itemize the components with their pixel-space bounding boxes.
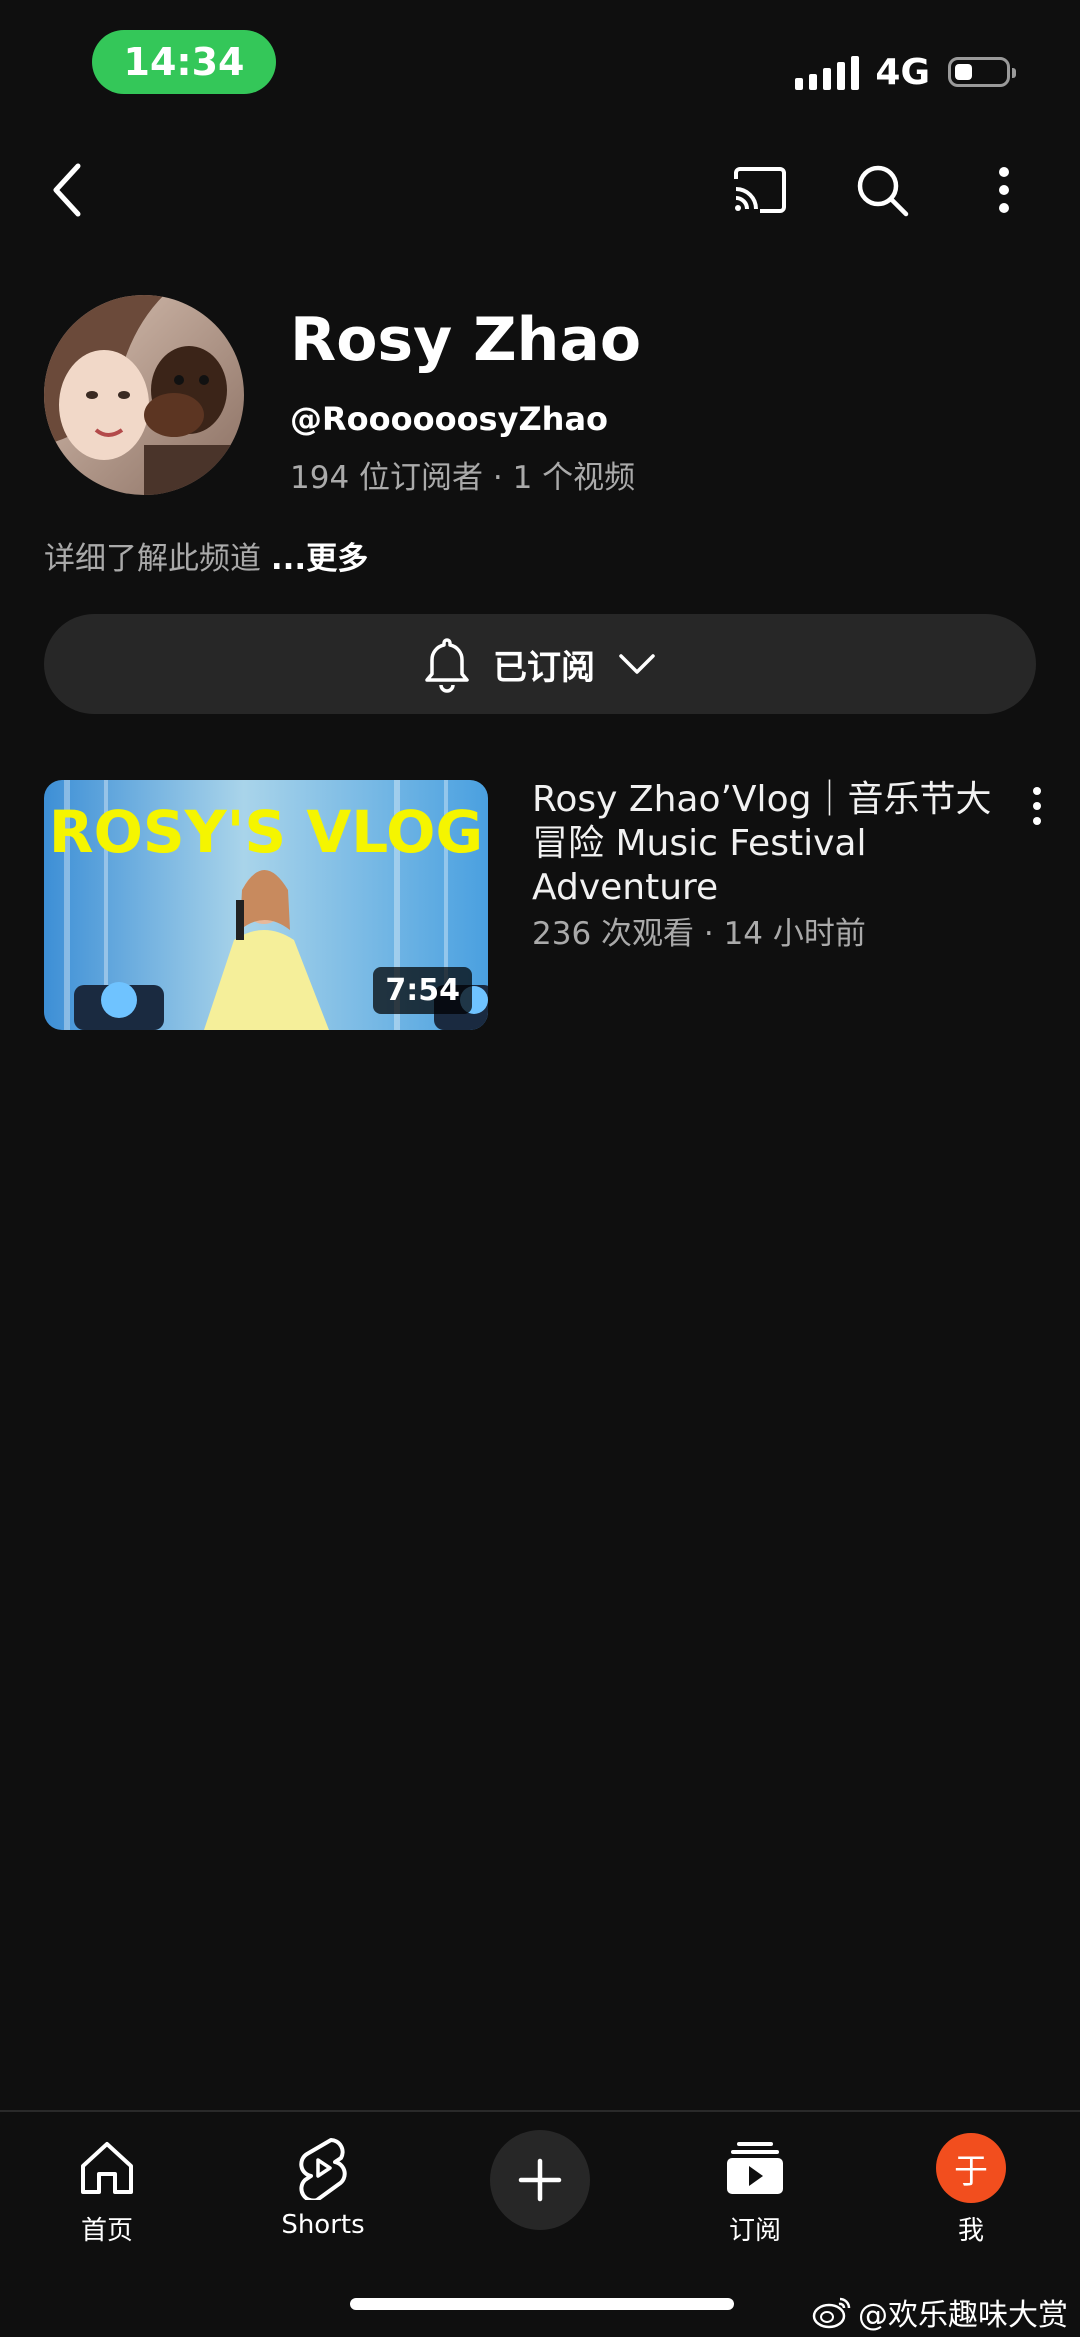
more-vertical-icon bbox=[1033, 787, 1041, 825]
nav-me-label: 我 bbox=[957, 2216, 984, 2246]
network-type: 4G bbox=[875, 51, 930, 93]
bell-icon bbox=[425, 638, 469, 693]
weibo-icon bbox=[812, 2297, 851, 2329]
battery-level bbox=[955, 64, 972, 80]
nav-home[interactable]: 首页 bbox=[32, 2132, 182, 2252]
channel-about-text: 详细了解此频道 bbox=[44, 541, 271, 577]
cast-icon bbox=[734, 167, 786, 213]
subscribed-button[interactable]: 已订阅 bbox=[44, 614, 1036, 714]
subscribe-label: 已订阅 bbox=[493, 647, 595, 688]
channel-page: 14:34 4G Rosy Zhao @RoooooosyZhao 194 位订… bbox=[0, 0, 1080, 2337]
nav-subscriptions[interactable]: 订阅 bbox=[680, 2132, 830, 2252]
video-meta: 236 次观看 · 14 小时前 bbox=[532, 916, 866, 952]
watermark-text: @欢乐趣味大赏 bbox=[858, 2298, 1068, 2333]
more-options-button[interactable] bbox=[978, 150, 1030, 230]
subscriptions-icon bbox=[727, 2142, 783, 2194]
channel-about[interactable]: 详细了解此频道 ...更多 bbox=[44, 533, 368, 578]
avatar-photo bbox=[44, 295, 244, 495]
shorts-icon bbox=[299, 2138, 347, 2200]
battery-icon bbox=[948, 57, 1016, 87]
cast-button[interactable] bbox=[720, 155, 800, 225]
chevron-down-icon bbox=[619, 654, 655, 674]
channel-avatar[interactable] bbox=[44, 295, 244, 495]
nav-shorts-label: Shorts bbox=[281, 2210, 365, 2240]
watermark: @欢乐趣味大赏 bbox=[812, 2290, 1068, 2334]
channel-stats: 194 位订阅者 · 1 个视频 bbox=[290, 460, 636, 496]
plus-icon bbox=[518, 2158, 562, 2202]
video-title[interactable]: Rosy Zhao’Vlog｜音乐节大冒险 Music Festival Adv… bbox=[532, 778, 992, 910]
home-icon bbox=[81, 2142, 133, 2194]
me-avatar: 于 bbox=[936, 2133, 1006, 2203]
back-button[interactable] bbox=[34, 150, 102, 230]
video-thumbnail[interactable]: ROSY'S VLOG 7:54 bbox=[44, 780, 488, 1030]
nav-subscriptions-label: 订阅 bbox=[728, 2216, 781, 2246]
home-indicator bbox=[350, 2298, 734, 2310]
search-button[interactable] bbox=[846, 152, 918, 228]
status-time: 14:34 bbox=[92, 30, 276, 94]
video-more-button[interactable] bbox=[1022, 780, 1052, 832]
status-indicators: 4G bbox=[795, 48, 1016, 96]
channel-name: Rosy Zhao bbox=[290, 305, 642, 375]
channel-handle: @RoooooosyZhao bbox=[290, 400, 609, 438]
nav-shorts[interactable]: Shorts bbox=[248, 2132, 398, 2252]
back-icon bbox=[53, 163, 81, 217]
more-vertical-icon bbox=[999, 167, 1009, 213]
nav-me[interactable]: 于 我 bbox=[896, 2132, 1046, 2252]
nav-home-label: 首页 bbox=[80, 2216, 133, 2246]
create-button[interactable] bbox=[490, 2130, 590, 2230]
more-link[interactable]: ...更多 bbox=[271, 541, 368, 577]
thumbnail-title: ROSY'S VLOG bbox=[49, 798, 483, 866]
search-icon bbox=[857, 165, 909, 217]
me-avatar-letter: 于 bbox=[954, 2151, 988, 2192]
video-duration: 7:54 bbox=[373, 967, 472, 1014]
signal-icon bbox=[795, 54, 860, 90]
